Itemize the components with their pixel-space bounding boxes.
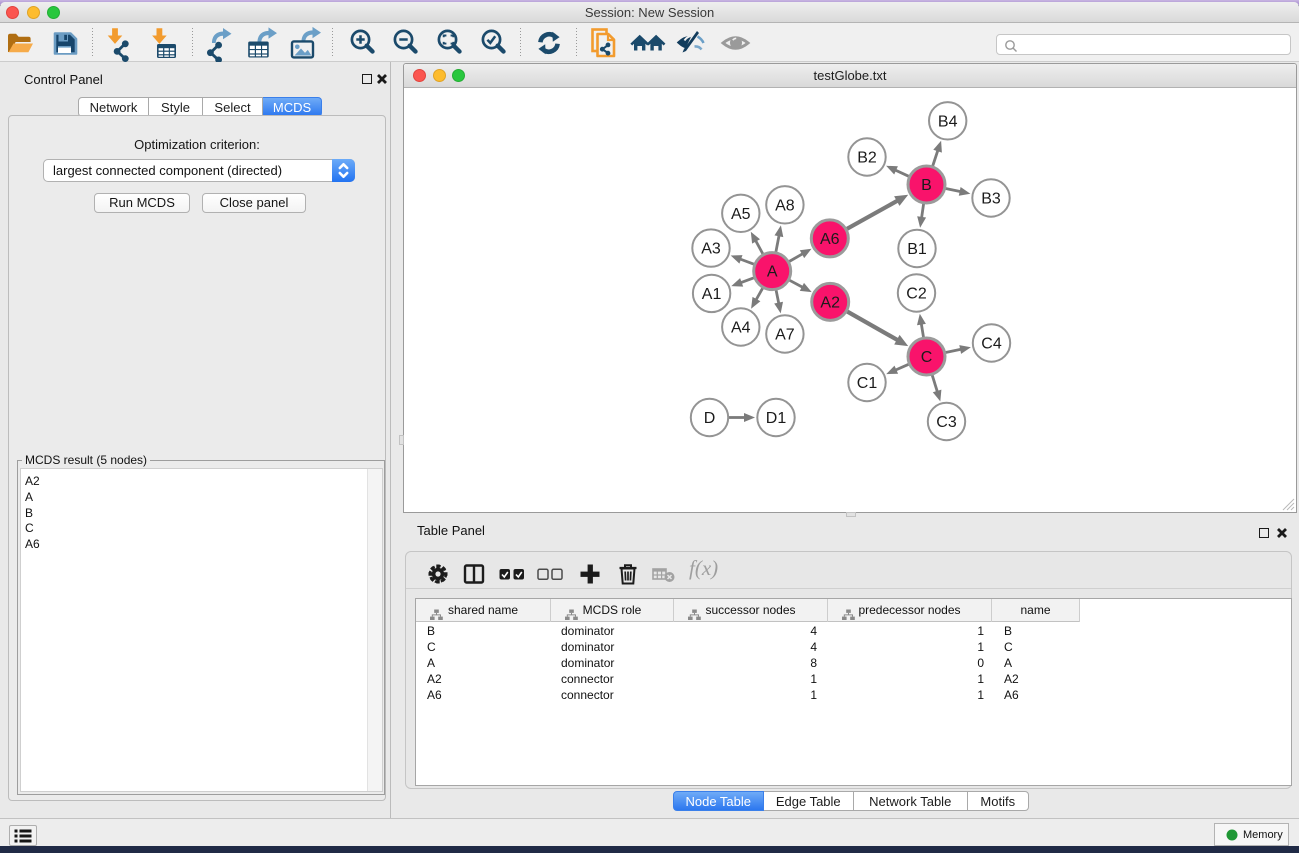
- svg-text:C: C: [921, 349, 933, 366]
- svg-text:A3: A3: [701, 241, 721, 258]
- svg-text:A: A: [767, 264, 778, 281]
- svg-text:C1: C1: [857, 375, 878, 392]
- svg-text:A1: A1: [702, 286, 722, 303]
- svg-text:B2: B2: [857, 150, 877, 167]
- svg-text:A8: A8: [775, 197, 795, 214]
- svg-text:D1: D1: [766, 410, 787, 427]
- svg-text:A6: A6: [820, 231, 840, 248]
- svg-text:C3: C3: [936, 414, 957, 431]
- svg-text:D: D: [704, 410, 716, 427]
- svg-text:C2: C2: [906, 286, 927, 303]
- svg-text:A2: A2: [820, 294, 840, 311]
- svg-text:A7: A7: [775, 327, 795, 344]
- svg-text:B3: B3: [981, 191, 1001, 208]
- svg-text:B1: B1: [907, 241, 927, 258]
- svg-text:C4: C4: [981, 336, 1002, 353]
- svg-text:B: B: [921, 177, 932, 194]
- svg-text:A4: A4: [731, 320, 751, 337]
- svg-text:B4: B4: [938, 113, 958, 130]
- svg-text:A5: A5: [731, 206, 751, 223]
